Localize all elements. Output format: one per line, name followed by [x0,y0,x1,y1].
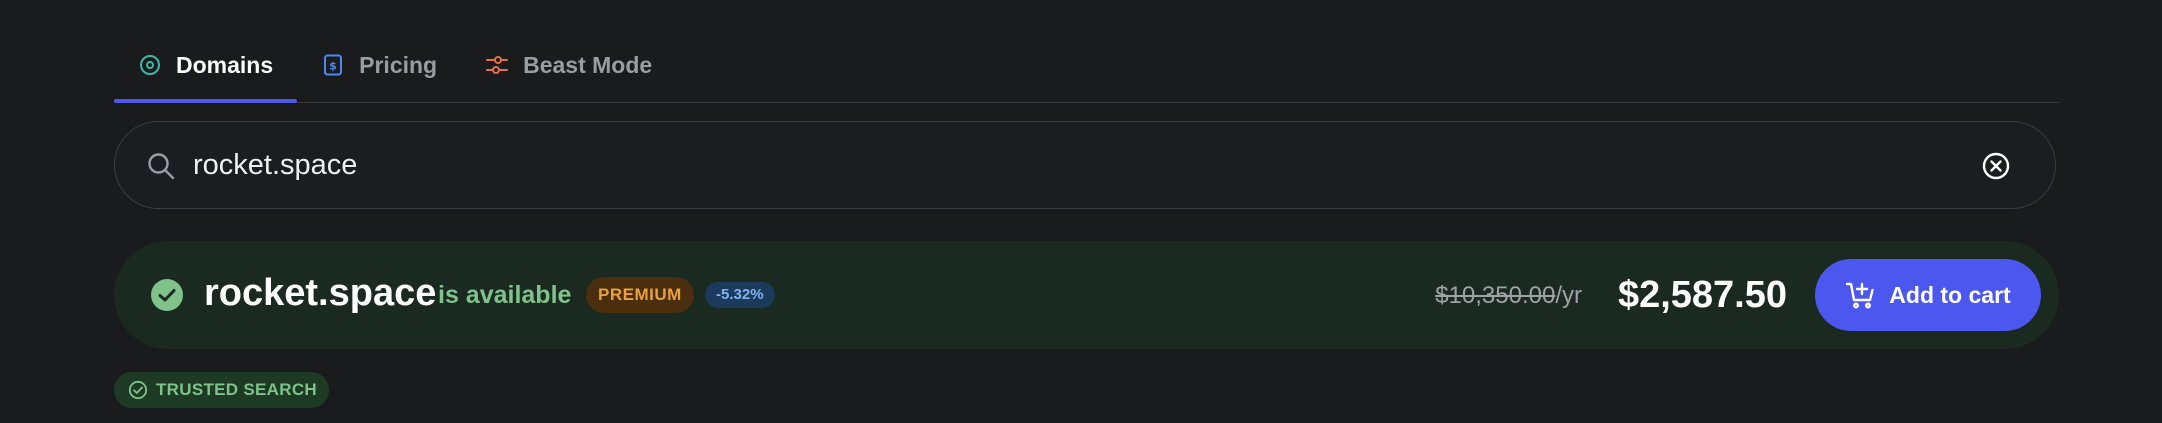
trusted-search-badge: TRUSTED SEARCH [114,372,329,408]
tab-domains[interactable]: Domains [114,36,298,103]
search-bar [114,121,2056,209]
tab-label: Pricing [359,51,438,78]
result-domain-name: rocket.space [204,272,437,314]
sliders-icon [485,53,509,77]
tab-label: Beast Mode [523,51,653,78]
trusted-search-label: TRUSTED SEARCH [156,380,317,399]
cart-plus-icon [1845,280,1875,310]
original-price-value: $10,350.00 [1435,282,1556,309]
target-icon [138,53,162,77]
price-tag-icon: $ [321,53,345,77]
premium-badge: PREMIUM [586,277,694,313]
check-circle-icon [151,279,183,311]
tab-beast-mode[interactable]: Beast Mode [461,36,676,94]
search-icon [146,151,176,181]
domain-search-page: Domains $ Pricing Beast Mode rocket.spac… [0,0,2162,423]
tab-pricing[interactable]: $ Pricing [297,36,461,94]
check-circle-outline-icon [128,380,148,400]
availability-text: is available [438,281,572,309]
original-price: $10,350.00/yr [1435,281,1582,311]
tab-bar: Domains $ Pricing Beast Mode [114,36,2059,103]
clear-icon[interactable] [1981,151,2011,181]
add-to-cart-button[interactable]: Add to cart [1815,259,2041,331]
svg-text:$: $ [329,60,337,73]
discount-badge: -5.32% [705,282,775,308]
domain-result-row: rocket.space is available PREMIUM -5.32%… [114,241,2059,349]
price-period: /yr [1555,282,1582,309]
add-to-cart-label: Add to cart [1889,281,2011,308]
search-input[interactable] [193,142,1893,188]
tab-label: Domains [176,51,274,78]
current-price: $2,587.50 [1617,274,1787,316]
